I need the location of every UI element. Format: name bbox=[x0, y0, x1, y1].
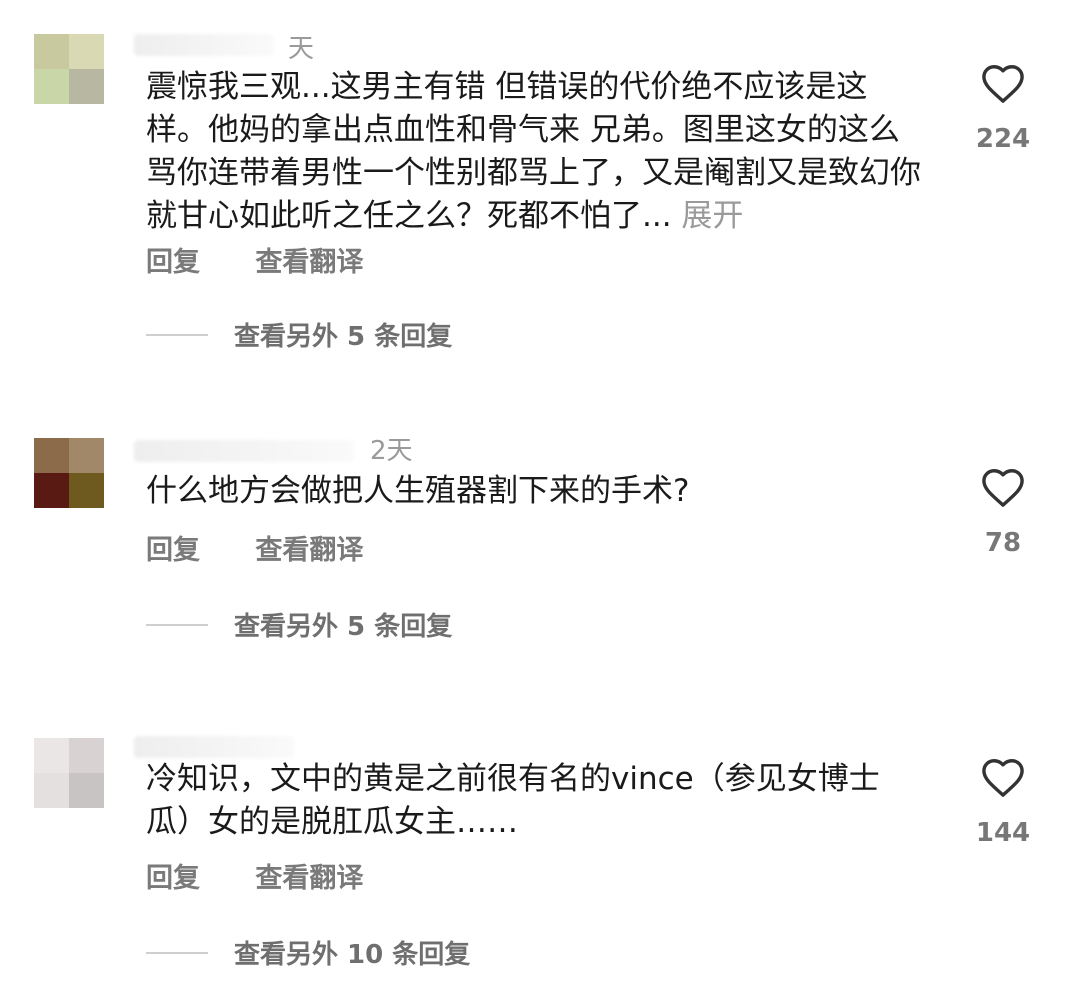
divider-line bbox=[146, 951, 208, 954]
avatar[interactable] bbox=[34, 738, 104, 808]
comment-text-content: 什么地方会做把人生殖器割下来的手术? bbox=[146, 473, 690, 509]
comment-actions: 回复 查看翻译 bbox=[146, 528, 363, 567]
comment-actions: 回复 查看翻译 bbox=[146, 856, 363, 895]
translate-button[interactable]: 查看翻译 bbox=[255, 863, 363, 894]
comment-text: 震惊我三观...这男主有错 但错误的代价绝不应该是这样。他妈的拿出点血性和骨气来… bbox=[146, 66, 926, 238]
avatar[interactable] bbox=[34, 34, 104, 104]
comment-text: 什么地方会做把人生殖器割下来的手术? bbox=[146, 470, 926, 513]
reply-button[interactable]: 回复 bbox=[146, 863, 200, 894]
more-replies-button[interactable]: 查看另外 10 条回复 bbox=[146, 934, 470, 971]
avatar[interactable] bbox=[34, 438, 104, 508]
expand-button[interactable]: 展开 bbox=[681, 198, 743, 234]
like-button[interactable]: 144 bbox=[968, 756, 1038, 848]
comment-actions: 回复 查看翻译 bbox=[146, 240, 363, 279]
comment-time: 天 bbox=[288, 34, 315, 64]
username-blurred[interactable] bbox=[134, 34, 274, 56]
more-replies-button[interactable]: 查看另外 5 条回复 bbox=[146, 316, 452, 353]
like-count: 224 bbox=[975, 124, 1031, 154]
like-button[interactable]: 78 bbox=[968, 466, 1038, 558]
more-replies-button[interactable]: 查看另外 5 条回复 bbox=[146, 606, 452, 643]
more-replies-label: 查看另外 5 条回复 bbox=[234, 612, 453, 642]
heart-outline-icon bbox=[982, 759, 1024, 797]
reply-button[interactable]: 回复 bbox=[146, 535, 200, 566]
comment-text-content: 冷知识，文中的黄是之前很有名的vince（参见女博士瓜）女的是脱肛瓜女主…… bbox=[146, 761, 880, 840]
comment-text: 冷知识，文中的黄是之前很有名的vince（参见女博士瓜）女的是脱肛瓜女主…… bbox=[146, 758, 926, 844]
reply-button[interactable]: 回复 bbox=[146, 247, 200, 278]
more-replies-label: 查看另外 5 条回复 bbox=[234, 322, 453, 352]
like-count: 144 bbox=[975, 818, 1031, 848]
like-count: 78 bbox=[984, 528, 1022, 558]
username-blurred[interactable] bbox=[134, 736, 294, 758]
heart-outline-icon bbox=[982, 469, 1024, 507]
translate-button[interactable]: 查看翻译 bbox=[255, 247, 363, 278]
divider-line bbox=[146, 333, 208, 336]
translate-button[interactable]: 查看翻译 bbox=[255, 535, 363, 566]
divider-line bbox=[146, 623, 208, 626]
comment-time: 2天 bbox=[370, 436, 413, 466]
more-replies-label: 查看另外 10 条回复 bbox=[234, 940, 471, 970]
comment-text-content: 震惊我三观...这男主有错 但错误的代价绝不应该是这样。他妈的拿出点血性和骨气来… bbox=[146, 69, 921, 234]
like-button[interactable]: 224 bbox=[968, 62, 1038, 154]
heart-outline-icon bbox=[982, 65, 1024, 103]
username-blurred[interactable] bbox=[134, 440, 354, 462]
